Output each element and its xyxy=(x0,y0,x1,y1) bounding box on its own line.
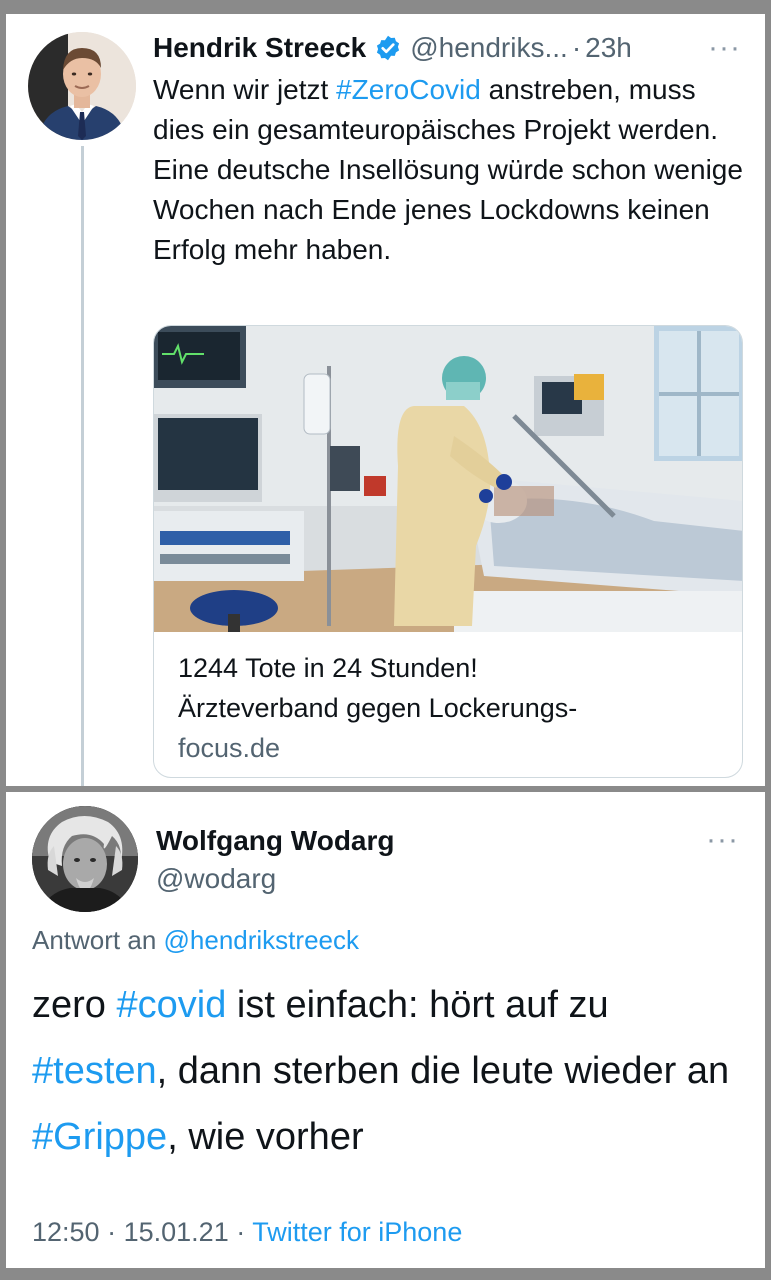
card-headline-line-1: 1244 Tote in 24 Stunden! xyxy=(178,653,478,683)
tweet-text: Wenn wir jetzt #ZeroCovid anstreben, mus… xyxy=(153,70,753,270)
reply-text-segment: ist einfach: hört auf zu xyxy=(226,984,609,1026)
reply-to-label: Antwort an xyxy=(32,925,164,955)
header-separator: · xyxy=(571,32,582,63)
reply-author-block[interactable]: Wolfgang Wodarg @wodarg xyxy=(156,822,395,898)
hashtag-testen[interactable]: #testen xyxy=(32,1050,157,1092)
reply-text-segment: zero xyxy=(32,984,117,1026)
tweet-timestamp[interactable]: 23h xyxy=(585,30,632,66)
more-options-icon[interactable]: ··· xyxy=(706,825,739,855)
tweet-metadata: 12:50 · 15.01.21 · Twitter for iPhone xyxy=(32,1212,462,1252)
author-name[interactable]: Hendrik Streeck xyxy=(153,30,366,66)
more-options-icon[interactable]: ··· xyxy=(708,33,741,63)
reply-time[interactable]: 12:50 xyxy=(32,1217,100,1247)
card-text-block: 1244 Tote in 24 Stunden! Ärzteverband ge… xyxy=(178,648,728,768)
original-tweet[interactable]: Hendrik Streeck @hendriks... · 23h ··· W… xyxy=(6,14,765,786)
reply-context: Antwort an @hendrikstreeck xyxy=(32,922,359,958)
reply-text: zero #covid ist einfach: hört auf zu #te… xyxy=(32,972,752,1170)
reply-date[interactable]: 15.01.21 xyxy=(124,1217,229,1247)
avatar-hendrik-streeck[interactable] xyxy=(28,32,136,140)
link-preview-card[interactable]: 1244 Tote in 24 Stunden! Ärzteverband ge… xyxy=(153,325,743,778)
tweet-source-link[interactable]: Twitter for iPhone xyxy=(252,1217,462,1247)
reply-author-name[interactable]: Wolfgang Wodarg xyxy=(156,822,395,860)
card-image xyxy=(154,326,742,632)
tweet-header: Hendrik Streeck @hendriks... · 23h xyxy=(153,30,632,66)
reply-mention-link[interactable]: @hendrikstreeck xyxy=(164,925,359,955)
reply-author-handle[interactable]: @wodarg xyxy=(156,860,395,898)
hashtag-grippe[interactable]: #Grippe xyxy=(32,1116,167,1158)
reply-text-segment: , wie vorher xyxy=(167,1116,364,1158)
thread-connector-line xyxy=(81,146,84,786)
card-headline-line-2: Ärzteverband gegen Lockerungs- xyxy=(178,693,578,723)
author-handle[interactable]: @hendriks... xyxy=(410,30,568,66)
verified-badge-icon xyxy=(374,34,402,62)
reply-tweet[interactable]: Wolfgang Wodarg @wodarg ··· Antwort an @… xyxy=(6,792,765,1268)
avatar-wolfgang-wodarg[interactable] xyxy=(32,806,138,912)
tweet-text-segment: Wenn wir jetzt xyxy=(153,74,337,105)
hashtag-zerocovid[interactable]: #ZeroCovid xyxy=(336,74,481,105)
meta-separator: · xyxy=(236,1217,246,1247)
reply-text-segment: , dann sterben die leute wieder an xyxy=(156,1050,730,1092)
meta-separator: · xyxy=(107,1217,117,1247)
hashtag-covid[interactable]: #covid xyxy=(116,984,226,1026)
card-domain: focus.de xyxy=(178,733,281,763)
